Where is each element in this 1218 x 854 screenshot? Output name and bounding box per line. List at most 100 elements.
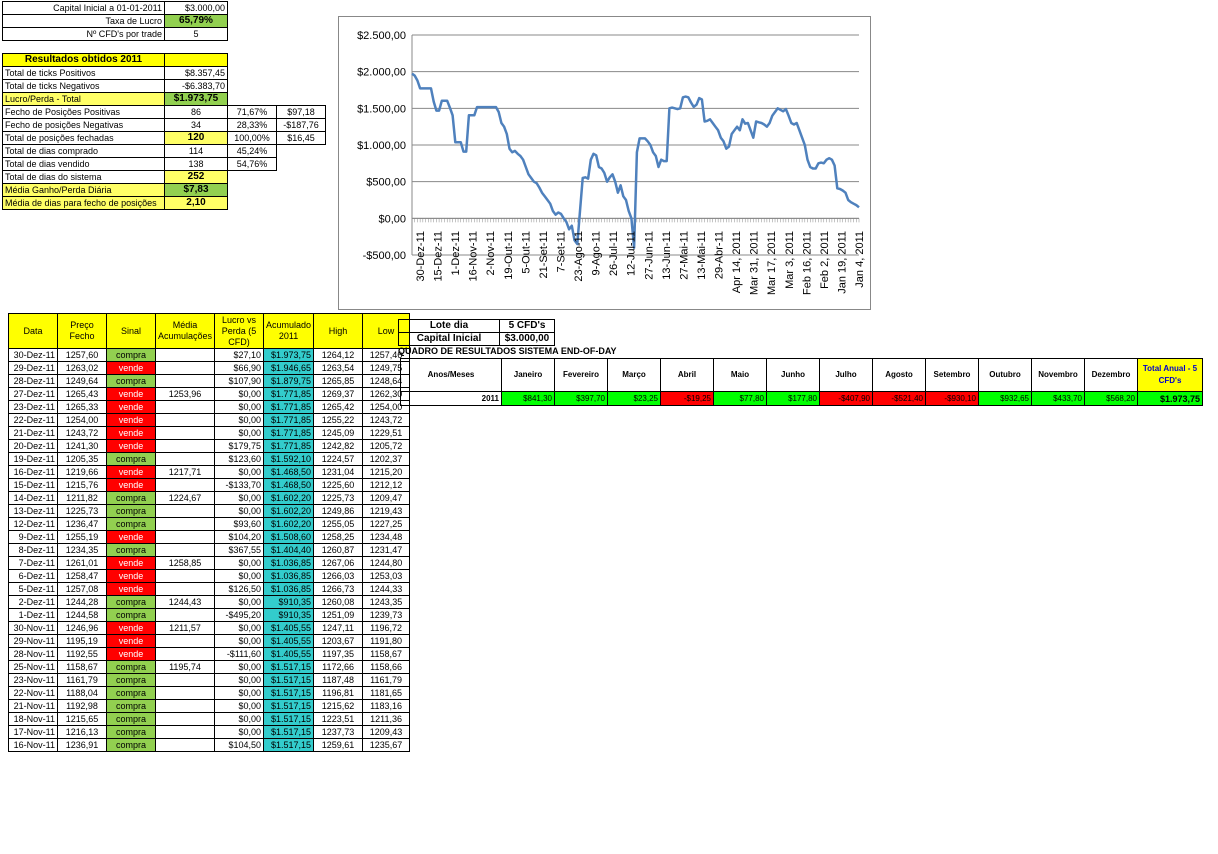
yearly-header-row: Anos/Meses Janeiro Fevereiro Março Abril Maio… xyxy=(400,358,1203,392)
trade-high: 1260,87 xyxy=(313,543,364,557)
trade-date: 27-Dez-11 xyxy=(8,387,58,401)
trade-signal: vende xyxy=(106,361,156,375)
trade-avg: 1258,85 xyxy=(154,556,216,570)
trade-pl: $0,00 xyxy=(214,673,265,687)
param-value: 5 xyxy=(164,27,228,41)
trade-pl: $0,00 xyxy=(214,400,265,414)
trade-acc: $1.517,15 xyxy=(263,712,315,726)
yearly-header-cell: Julho xyxy=(819,358,873,392)
trade-row: 23-Nov-11 1161,79 compra $0,00 $1.517,15 1187… xyxy=(8,673,411,687)
trade-high: 1231,04 xyxy=(313,465,364,479)
trade-avg: 1195,74 xyxy=(154,660,216,674)
trade-price: 1257,08 xyxy=(57,582,107,596)
chart-x-tick-label: Apr 14, 2011 xyxy=(731,231,743,293)
yearly-header-cell: Março xyxy=(607,358,661,392)
trade-pl: $0,00 xyxy=(214,660,265,674)
trade-signal: compra xyxy=(106,595,156,609)
trade-price: 1255,19 xyxy=(57,530,107,544)
trade-high: 1255,05 xyxy=(313,517,364,531)
results-row: Total de dias do sistema 252 xyxy=(2,170,326,184)
yearly-header-cell: Outubro xyxy=(978,358,1032,392)
trade-low: 1158,66 xyxy=(362,660,411,674)
trade-avg xyxy=(154,647,216,661)
trade-acc: $1.036,85 xyxy=(263,556,315,570)
trade-acc: $1.771,85 xyxy=(263,387,315,401)
trade-row: 17-Nov-11 1216,13 compra $0,00 $1.517,15 1237… xyxy=(8,725,411,739)
trade-row: 23-Dez-11 1265,33 vende $0,00 $1.771,85 1265,… xyxy=(8,400,411,414)
equity-chart-svg: $2.500,00 $2.000,00 $1.500,00 $1.000,00 $500… xyxy=(357,30,866,295)
yearly-header-cell: Novembro xyxy=(1031,358,1085,392)
trade-acc: $1.404,40 xyxy=(263,543,315,557)
yearly-header-cell: Junho xyxy=(766,358,820,392)
trade-avg xyxy=(154,699,216,713)
results-value: 86 xyxy=(164,105,228,119)
trade-low: 1191,80 xyxy=(362,634,411,648)
trade-signal: compra xyxy=(106,348,156,362)
trade-date: 21-Nov-11 xyxy=(8,699,58,713)
trade-acc: $1.517,15 xyxy=(263,660,315,674)
trade-signal: compra xyxy=(106,660,156,674)
trade-avg xyxy=(154,452,216,466)
trade-low: 1244,80 xyxy=(362,556,411,570)
trade-row: 7-Dez-11 1261,01 vende 1258,85 $0,00 $1.036,8… xyxy=(8,556,411,570)
trade-high: 1215,62 xyxy=(313,699,364,713)
trade-pl: $104,20 xyxy=(214,530,265,544)
chart-x-tick-label: Mar 17, 2011 xyxy=(766,231,778,295)
trade-high: 1260,08 xyxy=(313,595,364,609)
trade-avg xyxy=(154,361,216,375)
results-title-row: Resultados obtidos 2011 xyxy=(2,53,326,67)
trades-header-cell: Acumulado 2011 xyxy=(263,313,315,349)
results-pct: 100,00% xyxy=(227,131,277,145)
trade-signal: compra xyxy=(106,517,156,531)
trade-avg: 1211,57 xyxy=(154,621,216,635)
results-extra: -$187,76 xyxy=(276,118,326,132)
results-label: Média Ganho/Perda Diária xyxy=(2,183,165,197)
trade-acc: $1.517,15 xyxy=(263,738,315,752)
trade-signal: compra xyxy=(106,699,156,713)
trade-high: 1237,73 xyxy=(313,725,364,739)
param-label: Capital Inicial a 01-01-2011 xyxy=(2,1,165,15)
lote-table: Lote dia 5 CFD's Capital Inicial $3.000,00 xyxy=(398,319,555,346)
trade-low: 1235,67 xyxy=(362,738,411,752)
trade-price: 1158,67 xyxy=(57,660,107,674)
results-row: Total de posições fechadas 120 100,00% $16,… xyxy=(2,131,326,145)
param-row: Capital Inicial a 01-01-2011 $3.000,00 xyxy=(2,1,228,15)
trade-pl: $0,00 xyxy=(214,465,265,479)
results-title-spacer xyxy=(164,53,228,67)
trade-low: 1211,36 xyxy=(362,712,411,726)
trade-avg xyxy=(154,530,216,544)
trade-date: 8-Dez-11 xyxy=(8,543,58,557)
trade-pl: $27,10 xyxy=(214,348,265,362)
trade-date: 15-Dez-11 xyxy=(8,478,58,492)
trade-signal: vende xyxy=(106,530,156,544)
trade-acc: $1.602,20 xyxy=(263,491,315,505)
trade-date: 21-Dez-11 xyxy=(8,426,58,440)
trade-low: 1209,47 xyxy=(362,491,411,505)
trades-header-cell: High xyxy=(313,313,364,349)
lote-value: 5 CFD's xyxy=(499,319,555,333)
param-value: $3.000,00 xyxy=(164,1,228,15)
results-value: $7,83 xyxy=(164,183,228,197)
trade-row: 16-Dez-11 1219,66 vende 1217,71 $0,00 $1.468,… xyxy=(8,465,411,479)
trade-date: 23-Nov-11 xyxy=(8,673,58,687)
chart-y-tick-label: $2.000,00 xyxy=(357,67,406,79)
trade-signal: vende xyxy=(106,582,156,596)
trade-price: 1257,60 xyxy=(57,348,107,362)
trade-avg xyxy=(154,712,216,726)
trade-pl: $93,60 xyxy=(214,517,265,531)
results-extra: $97,18 xyxy=(276,105,326,119)
chart-y-tick-label: $0,00 xyxy=(378,213,406,225)
trade-high: 1259,61 xyxy=(313,738,364,752)
trade-acc: $1.405,55 xyxy=(263,647,315,661)
chart-x-tick-label: Feb 2, 2011 xyxy=(819,231,831,289)
lote-row: Lote dia 5 CFD's xyxy=(398,319,555,333)
trades-table: Data Preço Fecho Sinal Média Acumulações Luc… xyxy=(8,313,411,752)
trade-signal: compra xyxy=(106,543,156,557)
results-label: Total de dias vendido xyxy=(2,157,165,171)
yearly-month-value: $23,25 xyxy=(607,391,661,406)
results-label: Total de posições fechadas xyxy=(2,131,165,145)
chart-x-tick-label: 26-Jul-11 xyxy=(608,231,620,276)
yearly-month-value: $433,70 xyxy=(1031,391,1085,406)
trade-avg xyxy=(154,348,216,362)
results-pct: 28,33% xyxy=(227,118,277,132)
